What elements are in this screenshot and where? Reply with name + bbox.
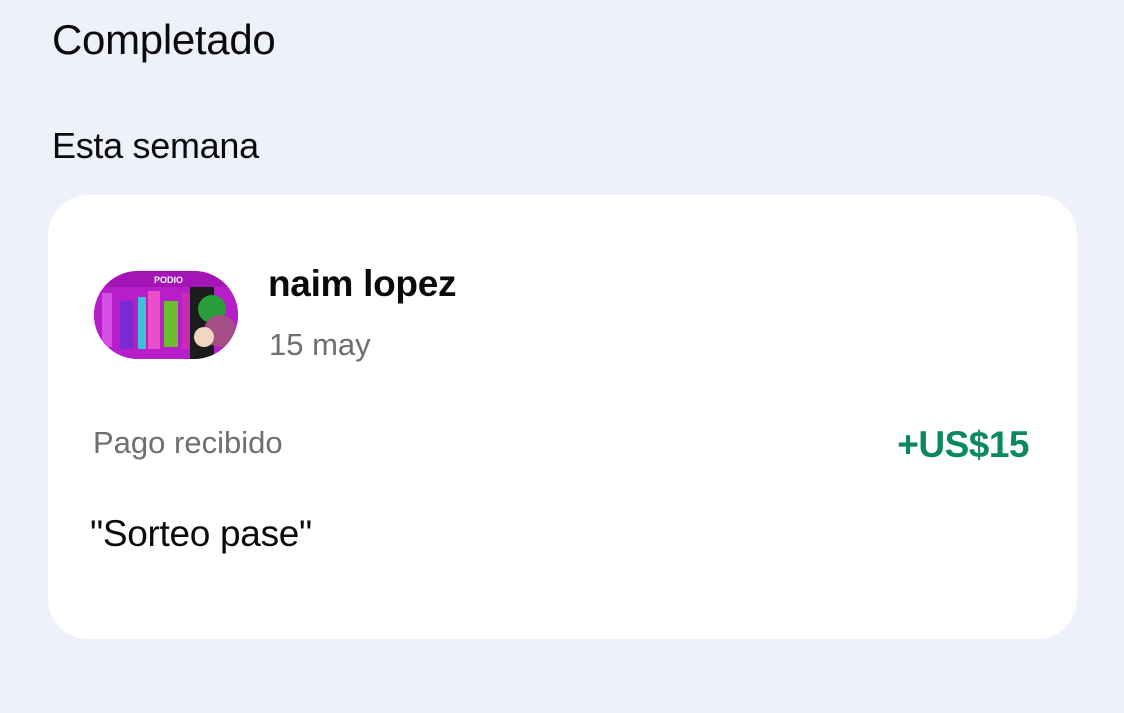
activity-page: Completado Esta semana PODIO naim lopez … [0,0,1124,713]
profile-image-icon: PODIO [94,271,238,359]
group-title: Esta semana [52,125,259,166]
transaction-date: 15 may [269,327,371,362]
transaction-card[interactable]: PODIO naim lopez 15 may Pago recibido +U… [48,195,1077,639]
transaction-note: "Sorteo pase" [90,513,312,554]
avatar-logo-text: PODIO [154,275,183,285]
transaction-amount: +US$15 [897,424,1029,465]
transaction-type: Pago recibido [93,425,283,460]
payer-name: naim lopez [268,263,457,304]
section-title: Completado [52,16,276,63]
